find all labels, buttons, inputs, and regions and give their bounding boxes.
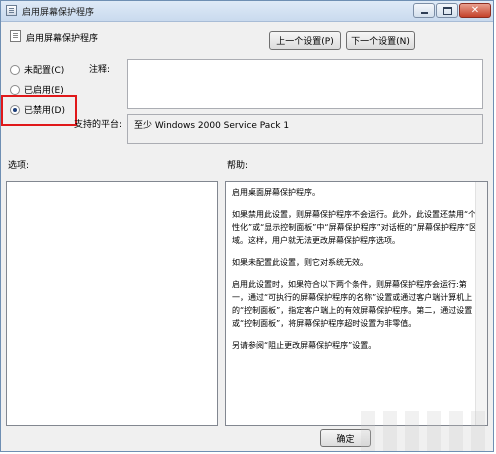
maximize-button[interactable] (436, 3, 458, 18)
radio-label: 未配置(C) (24, 66, 65, 76)
policy-setting-icon (10, 30, 21, 42)
comment-label: 注释: (89, 65, 111, 75)
help-paragraph: 如果禁用此设置，则屏幕保护程序不会运行。此外，此设置还禁用“个性化”或“显示控制… (232, 210, 478, 245)
help-scrollbar[interactable] (475, 182, 487, 425)
help-paragraph: 如果未配置此设置，则它对系统无效。 (232, 258, 368, 267)
next-setting-button[interactable]: 下一个设置(N) (346, 31, 415, 50)
radio-button[interactable] (10, 84, 20, 95)
minimize-button[interactable] (413, 3, 435, 18)
policy-dialog-window: 启用屏幕保护程序 ✕ 启用屏幕保护程序 上一个设置(P) 下一个设置(N) 未配… (0, 0, 494, 452)
close-icon: ✕ (470, 4, 480, 16)
title-bar[interactable]: 启用屏幕保护程序 ✕ (1, 1, 493, 22)
watermark-overlay (361, 411, 491, 451)
help-paragraph: 另请参阅“阻止更改屏幕保护程序”设置。 (232, 341, 377, 350)
help-label: 帮助: (227, 161, 249, 171)
highlight-annotation-box (1, 95, 77, 126)
options-label: 选项: (8, 161, 30, 171)
radio-not-configured[interactable]: 未配置(C) (10, 63, 64, 76)
policy-document-icon (6, 5, 17, 16)
comment-textarea[interactable] (127, 59, 483, 109)
minimize-icon (420, 12, 428, 14)
help-paragraph: 启用桌面屏幕保护程序。 (232, 188, 320, 197)
options-panel (6, 181, 218, 426)
previous-setting-button[interactable]: 上一个设置(P) (269, 31, 341, 50)
help-paragraph: 启用此设置时，如果符合以下两个条件，则屏幕保护程序会运行:第一，通过“可执行的屏… (232, 280, 473, 328)
supported-platform-field: 至少 Windows 2000 Service Pack 1 (127, 114, 483, 144)
radio-button[interactable] (10, 64, 20, 75)
help-panel[interactable]: 启用桌面屏幕保护程序。 如果禁用此设置，则屏幕保护程序不会运行。此外，此设置还禁… (225, 181, 488, 426)
platform-value: 至少 Windows 2000 Service Pack 1 (134, 121, 290, 131)
window-title: 启用屏幕保护程序 (22, 8, 95, 18)
platform-label: 支持的平台: (74, 120, 123, 130)
close-button[interactable]: ✕ (459, 3, 491, 18)
policy-name: 启用屏幕保护程序 (26, 34, 99, 44)
maximize-icon (442, 6, 452, 15)
